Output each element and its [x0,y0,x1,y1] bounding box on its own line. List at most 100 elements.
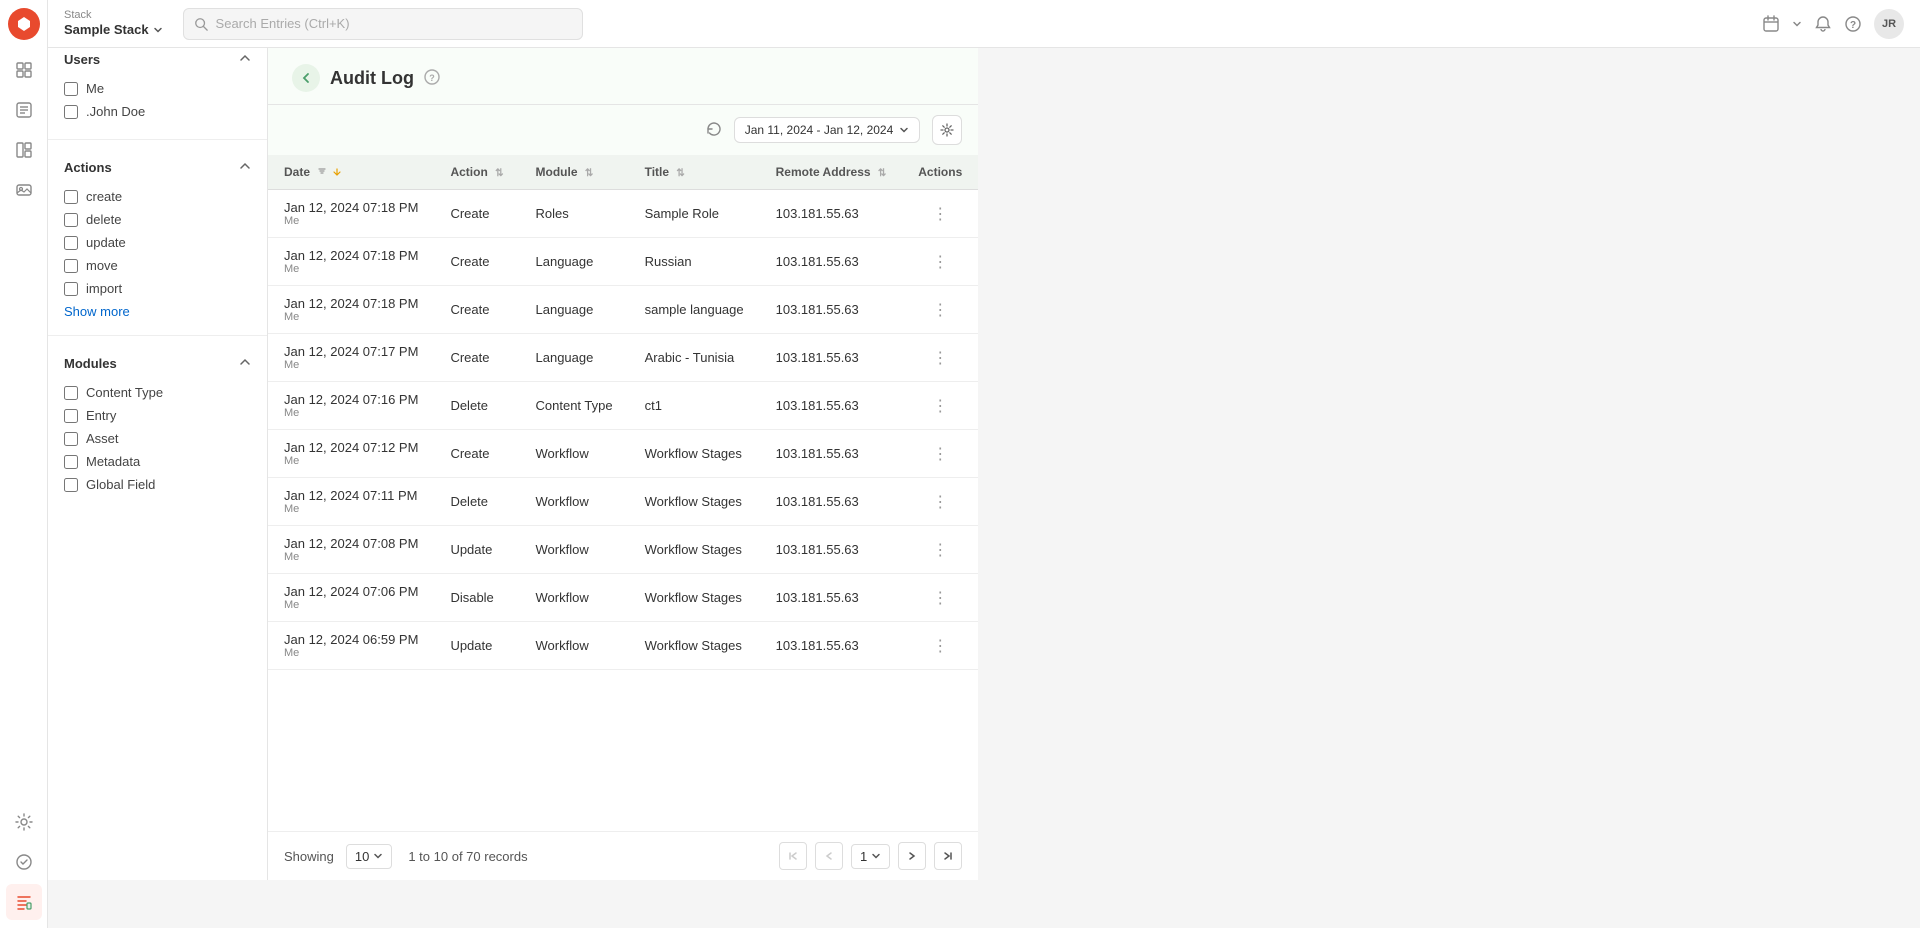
cell-title-4: ct1 [629,382,760,430]
layout-body: Filters Users Me .John Doe Actions [48,0,978,880]
filter-user-johndoe[interactable]: .John Doe [64,100,251,123]
users-collapse-icon[interactable] [239,52,251,67]
checkbox-module-global-field[interactable] [64,478,78,492]
next-page-button[interactable] [898,842,926,870]
filter-action-import[interactable]: import [64,277,251,300]
action-sort-icon: ⇅ [495,168,503,179]
col-actions: Actions [902,155,978,190]
label-module-content-type: Content Type [86,385,163,400]
row-actions-menu-0[interactable]: ⋮ [902,190,978,238]
calendar-icon[interactable] [1762,15,1780,33]
show-more-actions[interactable]: Show more [64,300,130,319]
checkbox-action-import[interactable] [64,282,78,296]
table-row: Jan 12, 2024 07:06 PM Me Disable Workflo… [268,574,978,622]
row-actions-menu-1[interactable]: ⋮ [902,238,978,286]
app-logo[interactable] [8,8,40,40]
row-actions-menu-5[interactable]: ⋮ [902,430,978,478]
actions-collapse-icon[interactable] [239,160,251,175]
page-size-selector[interactable]: 10 [346,844,392,869]
col-module[interactable]: Module ⇅ [520,155,629,190]
nav-entries[interactable] [6,92,42,128]
checkbox-module-metadata[interactable] [64,455,78,469]
cell-action-2: Create [434,286,519,334]
checkbox-user-me[interactable] [64,82,78,96]
cell-title-0: Sample Role [629,190,760,238]
page-help-icon[interactable]: ? [424,69,440,88]
col-date[interactable]: Date [268,155,434,190]
nav-deploy[interactable] [6,844,42,880]
date-range-label: Jan 11, 2024 - Jan 12, 2024 [745,123,894,137]
cell-title-3: Arabic - Tunisia [629,334,760,382]
filter-user-me[interactable]: Me [64,77,251,100]
row-actions-menu-6[interactable]: ⋮ [902,478,978,526]
table-settings-button[interactable] [932,115,962,145]
cell-action-0: Create [434,190,519,238]
filter-action-move[interactable]: move [64,254,251,277]
row-actions-menu-7[interactable]: ⋮ [902,526,978,574]
filter-module-asset[interactable]: Asset [64,427,251,450]
first-page-button[interactable] [779,842,807,870]
modules-collapse-icon[interactable] [239,356,251,371]
table-row: Jan 12, 2024 07:17 PM Me Create Language… [268,334,978,382]
checkbox-module-asset[interactable] [64,432,78,446]
filter-action-update[interactable]: update [64,231,251,254]
col-remote-address[interactable]: Remote Address ⇅ [760,155,903,190]
label-module-metadata: Metadata [86,454,140,469]
cell-title-1: Russian [629,238,760,286]
filter-module-content-type[interactable]: Content Type [64,381,251,404]
row-actions-menu-4[interactable]: ⋮ [902,382,978,430]
checkbox-action-update[interactable] [64,236,78,250]
page-back-button[interactable] [292,64,320,92]
row-actions-menu-3[interactable]: ⋮ [902,334,978,382]
label-user-me: Me [86,81,104,96]
prev-page-button[interactable] [815,842,843,870]
row-actions-menu-2[interactable]: ⋮ [902,286,978,334]
modules-section: Modules Content Type Entry Asset Metadat… [48,344,267,504]
refresh-button[interactable] [706,121,722,140]
nav-media[interactable] [6,172,42,208]
filter-module-entry[interactable]: Entry [64,404,251,427]
notification-icon[interactable] [1814,15,1832,33]
top-bar: Stack Sample Stack Search Entries (Ctrl+… [48,0,1920,48]
nav-dashboard[interactable] [6,52,42,88]
nav-settings[interactable] [6,804,42,840]
nav-audit-log[interactable] [6,884,42,920]
cell-action-5: Create [434,430,519,478]
cell-ip-4: 103.181.55.63 [760,382,903,430]
checkbox-action-create[interactable] [64,190,78,204]
label-user-johndoe: .John Doe [86,104,145,119]
filter-module-global-field[interactable]: Global Field [64,473,251,496]
checkbox-module-content-type[interactable] [64,386,78,400]
help-icon[interactable]: ? [1844,15,1862,33]
cell-title-6: Workflow Stages [629,478,760,526]
table-row: Jan 12, 2024 07:12 PM Me Create Workflow… [268,430,978,478]
nav-content-type[interactable] [6,132,42,168]
table-row: Jan 12, 2024 07:11 PM Me Delete Workflow… [268,478,978,526]
search-bar[interactable]: Search Entries (Ctrl+K) [183,8,583,40]
label-module-asset: Asset [86,431,119,446]
last-page-button[interactable] [934,842,962,870]
page-header: Audit Log ? [268,48,978,105]
checkbox-action-delete[interactable] [64,213,78,227]
avatar[interactable]: JR [1874,9,1904,39]
table-row: Jan 12, 2024 06:59 PM Me Update Workflow… [268,622,978,670]
row-actions-menu-8[interactable]: ⋮ [902,574,978,622]
project-selector[interactable]: Sample Stack [64,22,163,38]
actions-section: Actions create delete update move [48,148,267,327]
filter-action-create[interactable]: create [64,185,251,208]
col-title[interactable]: Title ⇅ [629,155,760,190]
filter-module-metadata[interactable]: Metadata [64,450,251,473]
checkbox-user-johndoe[interactable] [64,105,78,119]
current-page-selector[interactable]: 1 [851,844,890,869]
filter-action-delete[interactable]: delete [64,208,251,231]
date-range-picker[interactable]: Jan 11, 2024 - Jan 12, 2024 [734,117,921,143]
label-module-global-field: Global Field [86,477,155,492]
stack-info: Stack Sample Stack [64,9,163,38]
table-row: Jan 12, 2024 07:18 PM Me Create Language… [268,238,978,286]
col-action[interactable]: Action ⇅ [434,155,519,190]
checkbox-action-move[interactable] [64,259,78,273]
row-actions-menu-9[interactable]: ⋮ [902,622,978,670]
date-sort-icon [317,166,327,176]
chevron-down-icon[interactable] [1792,19,1802,29]
checkbox-module-entry[interactable] [64,409,78,423]
